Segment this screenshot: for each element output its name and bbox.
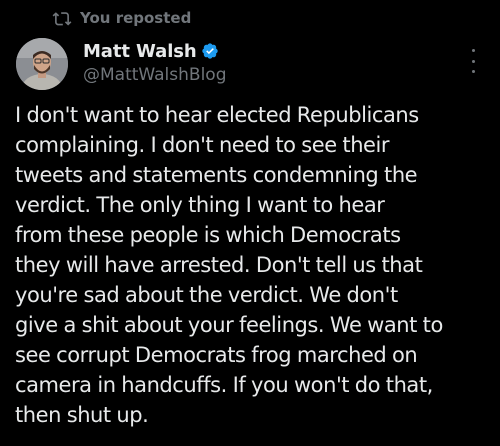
author-info[interactable]: Matt Walsh @MattWalshBlog bbox=[83, 39, 227, 86]
author-handle: @MattWalshBlog bbox=[83, 65, 227, 85]
more-vertical-icon bbox=[471, 49, 475, 52]
repost-indicator[interactable]: You reposted bbox=[52, 6, 191, 30]
more-options-button[interactable] bbox=[468, 49, 478, 73]
avatar[interactable] bbox=[16, 38, 68, 90]
repost-icon bbox=[52, 12, 72, 26]
author-name[interactable]: Matt Walsh bbox=[83, 41, 197, 62]
repost-label: You reposted bbox=[80, 9, 192, 27]
verified-badge-icon bbox=[201, 43, 218, 59]
repost-card[interactable]: You reposted Matt Walsh @MattWalshBlog I… bbox=[0, 0, 500, 446]
avatar-photo bbox=[16, 38, 68, 90]
post-text: I don't want to hear elected Republicans… bbox=[15, 103, 443, 427]
